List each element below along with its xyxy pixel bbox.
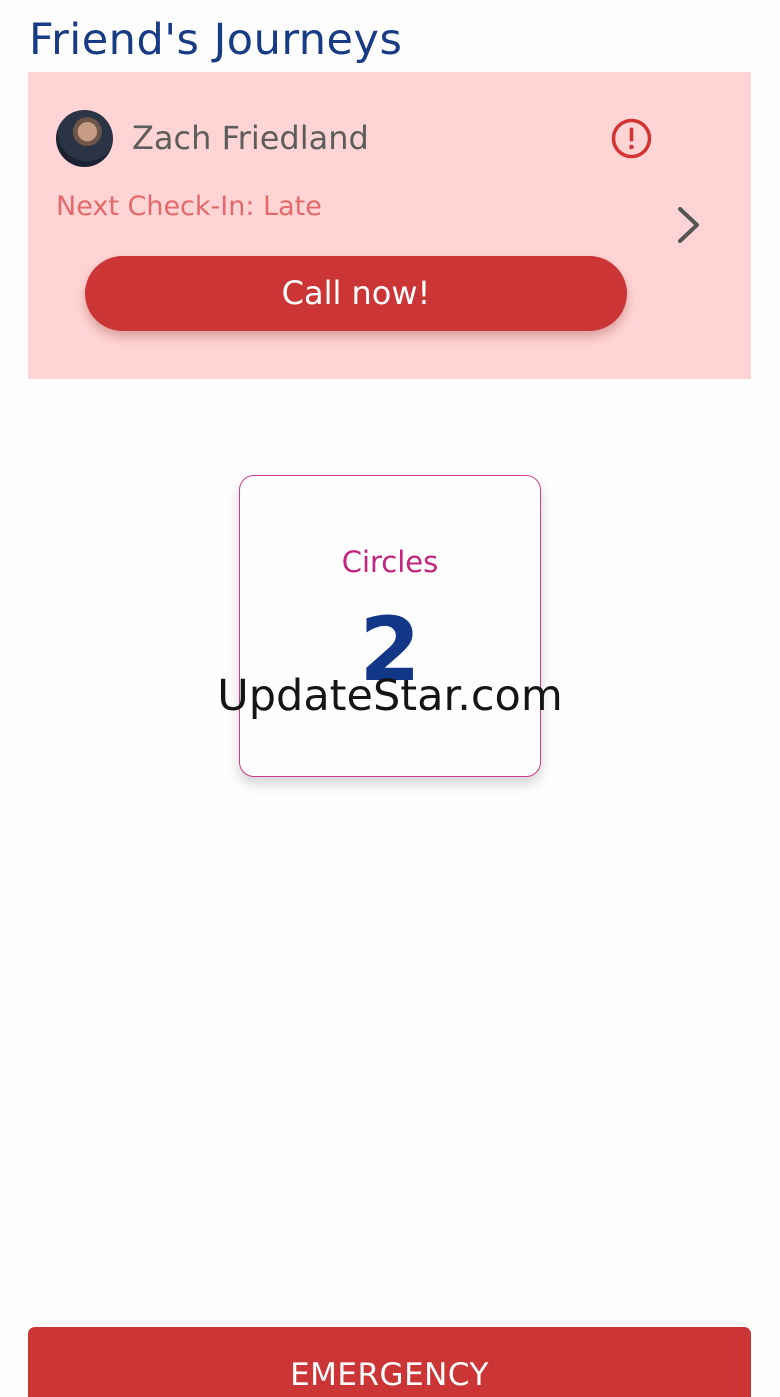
circles-card[interactable]: Circles 2 — [239, 475, 541, 777]
page-title: Friend's Journeys — [29, 15, 403, 65]
circles-label: Circles — [341, 545, 439, 579]
next-checkin-status: Next Check-In: Late — [56, 191, 322, 222]
avatar — [56, 110, 113, 167]
alert-circle-icon — [611, 118, 652, 159]
friend-name: Zach Friedland — [132, 119, 369, 157]
call-now-button[interactable]: Call now! — [85, 256, 627, 331]
chevron-right-icon[interactable] — [670, 202, 706, 248]
watermark-text: UpdateStar.com — [217, 671, 563, 721]
friend-journey-card[interactable]: Zach Friedland Next Check-In: Late Call … — [28, 72, 751, 379]
